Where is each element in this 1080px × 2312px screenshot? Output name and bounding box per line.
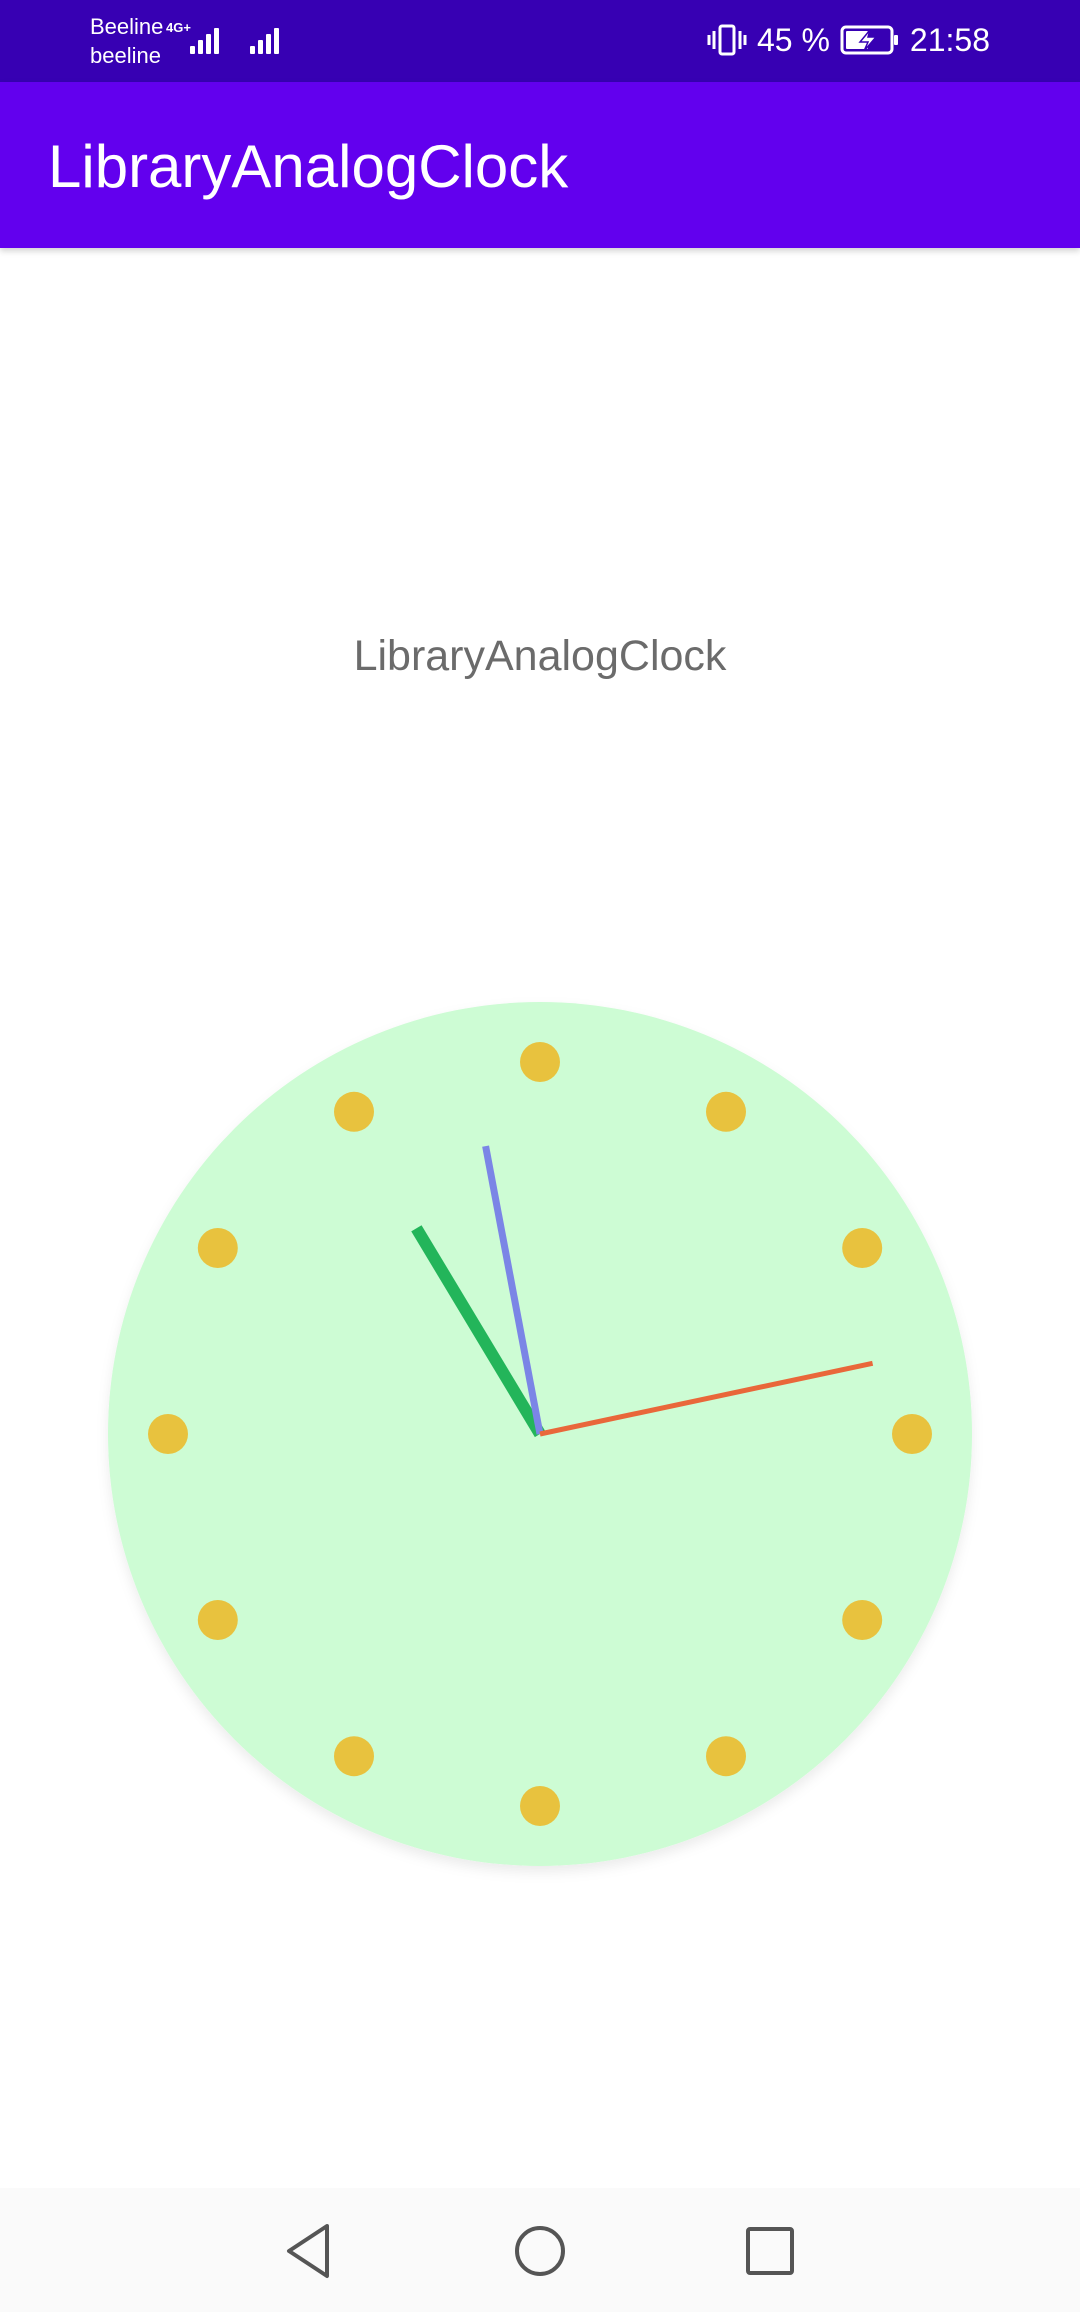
clock-face — [108, 1002, 972, 1866]
vibrate-icon — [707, 24, 747, 56]
hour-marker-dot — [197, 1228, 238, 1268]
signal-strength-icon — [250, 22, 286, 54]
carrier-2-label: beeline — [90, 43, 161, 68]
hour-marker-dot — [148, 1414, 188, 1454]
screen: Beeline beeline 4G+ 45 % 21:58 LibraryAn… — [0, 0, 1080, 2312]
recents-icon[interactable] — [735, 2216, 805, 2286]
battery-percent: 45 % — [756, 21, 830, 58]
minute-hand — [482, 1145, 544, 1435]
hour-marker-dot — [706, 1091, 746, 1132]
hour-marker-dot — [334, 1736, 374, 1777]
carrier-1-label: Beeline — [90, 14, 164, 39]
navigation-bar — [0, 2188, 1080, 2312]
hour-marker-dot — [520, 1042, 560, 1082]
hour-hand — [411, 1225, 546, 1438]
home-icon[interactable] — [505, 2216, 575, 2286]
signal-strength-icon — [190, 22, 226, 54]
app-bar: LibraryAnalogClock — [0, 82, 1080, 248]
analog-clock — [108, 1002, 972, 1866]
battery-charging-icon — [840, 25, 898, 55]
hour-marker-dot — [520, 1786, 560, 1826]
app-title: LibraryAnalogClock — [48, 133, 569, 200]
library-label: LibraryAnalogClock — [353, 632, 727, 680]
hour-marker-dot — [706, 1736, 746, 1777]
hour-marker-dot — [842, 1228, 883, 1268]
status-icons: 45 % 21:58 — [707, 18, 990, 62]
second-hand — [539, 1360, 874, 1437]
hour-marker-dot — [842, 1600, 883, 1640]
hour-marker-dot — [892, 1414, 932, 1454]
status-bar: Beeline beeline 4G+ 45 % 21:58 — [0, 0, 1080, 82]
clock-time: 21:58 — [909, 21, 990, 58]
hour-markers — [148, 1042, 932, 1826]
hour-marker-dot — [197, 1600, 238, 1640]
hour-marker-dot — [334, 1091, 374, 1132]
network-type-label: 4G+ — [166, 20, 191, 35]
back-icon[interactable] — [275, 2216, 345, 2286]
carrier-names: Beeline beeline — [90, 12, 163, 70]
